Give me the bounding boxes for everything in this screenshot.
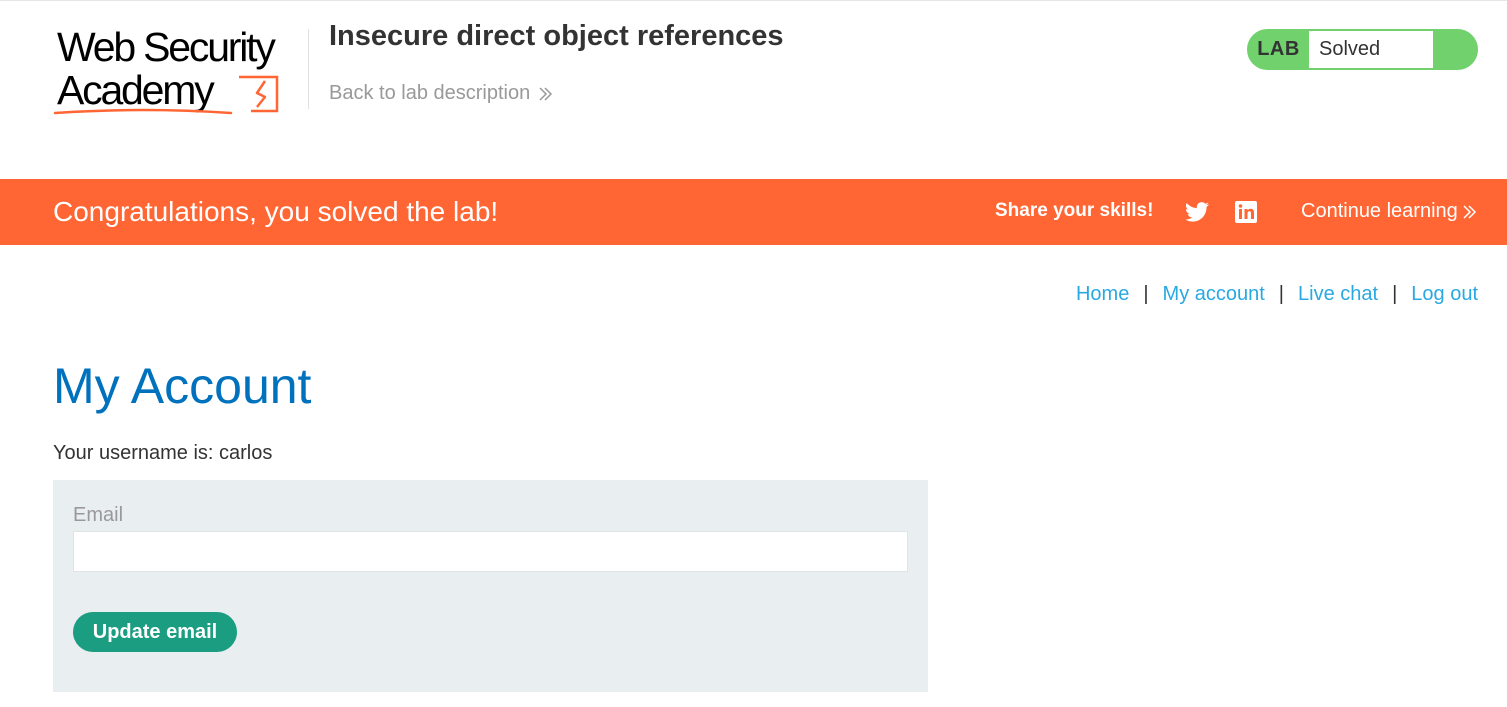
continue-learning-link[interactable]: Continue learning — [1301, 200, 1478, 223]
congratulations-message: Congratulations, you solved the lab! — [53, 196, 499, 227]
double-chevron-right-icon — [539, 86, 553, 101]
nav-separator: | — [1278, 283, 1284, 305]
nav-separator: | — [1392, 283, 1398, 305]
linkedin-icon[interactable] — [1234, 200, 1258, 224]
solved-banner: Congratulations, you solved the lab! Sha… — [0, 179, 1507, 245]
header-divider — [308, 29, 309, 109]
nav-separator: | — [1143, 283, 1149, 305]
page-title: My Account — [53, 358, 312, 414]
lab-status-tag: LAB — [1257, 38, 1300, 60]
top-nav: Home | My account | Live chat | Log out — [1076, 283, 1478, 306]
academy-logo[interactable]: Web Security Academy — [53, 27, 305, 119]
nav-log-out-link[interactable]: Log out — [1411, 283, 1478, 306]
double-chevron-right-icon — [1463, 204, 1476, 219]
update-email-button[interactable]: Update email — [73, 612, 237, 652]
back-link-label: Back to lab description — [329, 82, 531, 104]
continue-learning-label: Continue learning — [1301, 200, 1458, 222]
nav-my-account-link[interactable]: My account — [1163, 283, 1265, 306]
share-skills-label: Share your skills! — [995, 200, 1154, 221]
nav-live-chat-link[interactable]: Live chat — [1298, 283, 1378, 306]
lab-status-badge: LAB Solved — [1247, 29, 1478, 70]
nav-home-link[interactable]: Home — [1076, 283, 1129, 306]
username-text: Your username is: carlos — [53, 442, 273, 464]
back-to-description-link[interactable]: Back to lab description — [329, 82, 554, 105]
lab-header: Web Security Academy Insecure direct obj… — [0, 1, 1507, 179]
email-label: Email — [73, 504, 124, 526]
email-input[interactable] — [73, 531, 908, 572]
logo-lightning-icon — [53, 75, 279, 115]
twitter-icon[interactable] — [1185, 200, 1209, 224]
change-email-form: Email Update email — [53, 480, 928, 692]
lab-status-state: Solved — [1309, 31, 1433, 68]
lab-title: Insecure direct object references — [329, 20, 784, 52]
